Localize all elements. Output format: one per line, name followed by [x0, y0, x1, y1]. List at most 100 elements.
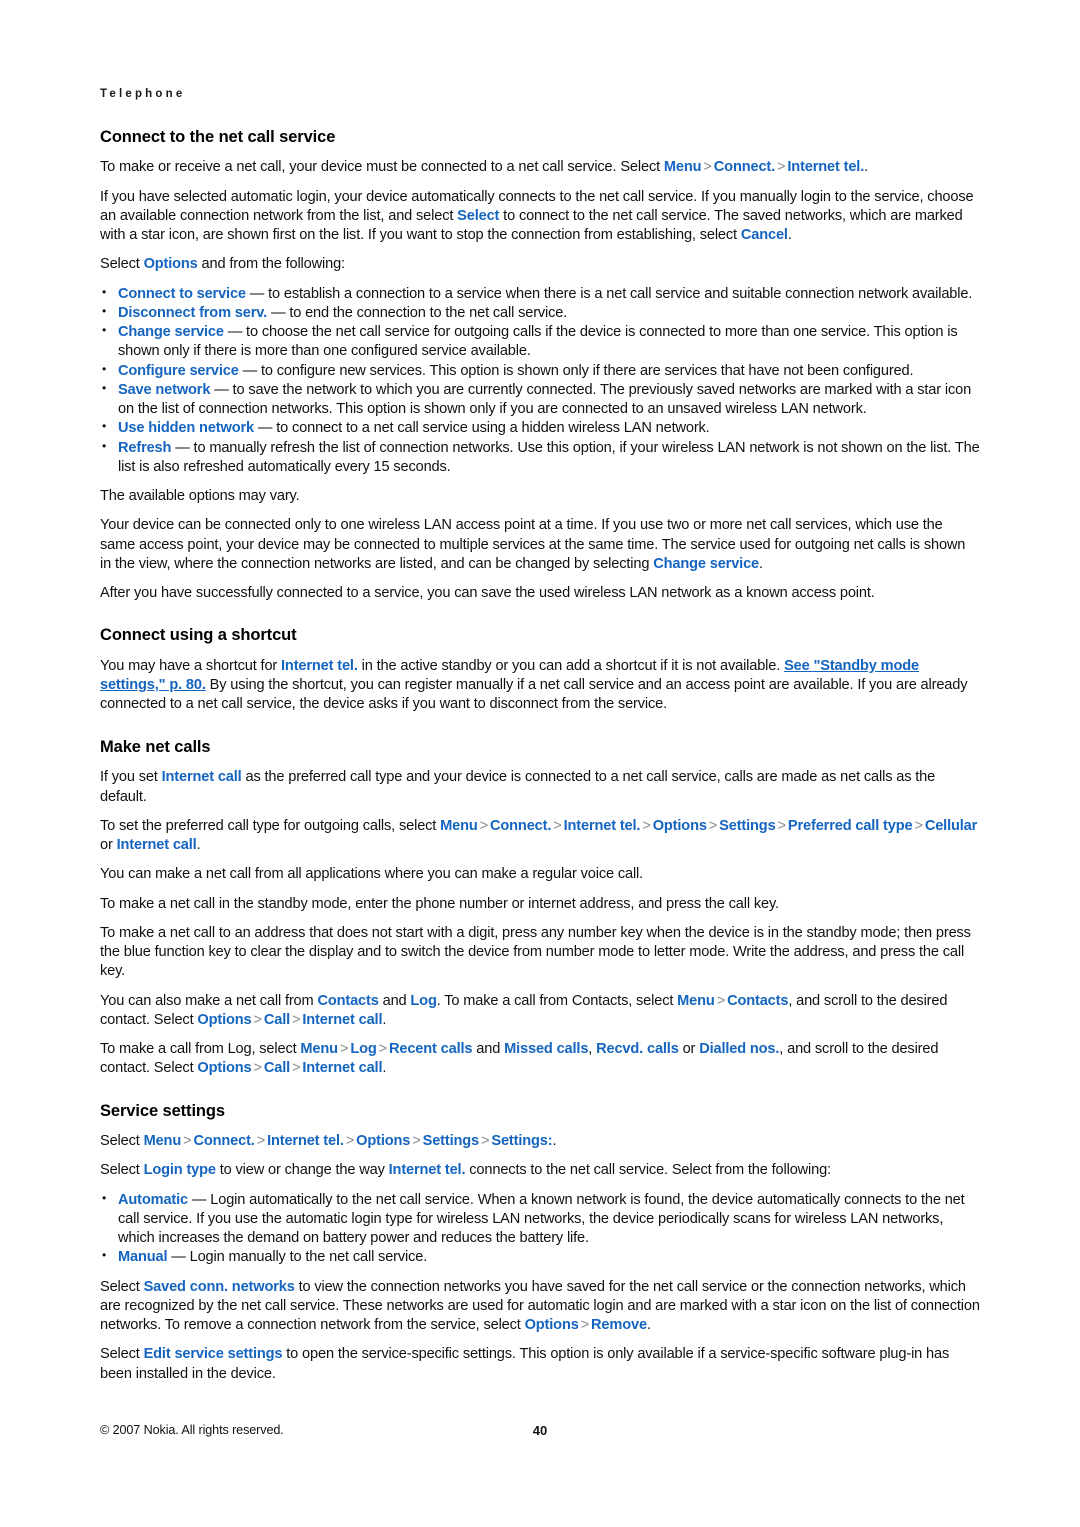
text-run: — to choose the net call service for out… — [118, 324, 958, 360]
text-run: and — [378, 992, 411, 1009]
ui-term-options: Options — [652, 817, 707, 834]
ui-term-use-hidden-network: Use hidden network — [118, 420, 254, 437]
paragraph-call-from-contacts: You can also make a net call from Contac… — [100, 992, 980, 1031]
ui-term-cancel: Cancel — [740, 227, 788, 244]
text-run: . — [382, 1011, 387, 1028]
ui-term-internet-call: Internet call — [116, 837, 197, 854]
ui-term-options: Options — [197, 1011, 252, 1028]
text-run: If you set — [100, 769, 162, 786]
ui-term-call: Call — [263, 1060, 291, 1077]
list-item: Use hidden network — to connect to a net… — [100, 419, 980, 438]
list-item: Disconnect from serv. — to end the conne… — [100, 304, 980, 323]
breadcrumb-separator-icon: > — [553, 817, 562, 834]
running-head: Telephone — [100, 88, 186, 100]
text-run: . — [552, 1133, 557, 1150]
ui-term-menu: Menu — [143, 1133, 182, 1150]
breadcrumb-separator-icon: > — [481, 1133, 490, 1150]
text-run: . — [646, 1317, 651, 1334]
paragraph-preferred-call-type-default: If you set Internet call as the preferre… — [100, 768, 980, 807]
text-run: to view or change the way — [215, 1162, 389, 1179]
text-run: — to establish a connection to a service… — [245, 285, 973, 302]
list-item: Change service — to choose the net call … — [100, 323, 980, 362]
text-run: , — [588, 1041, 597, 1058]
text-run: To set the preferred call type for outgo… — [100, 817, 441, 834]
ui-term-edit-service-settings: Edit service settings — [143, 1346, 283, 1363]
ui-term-login-type: Login type — [143, 1162, 216, 1179]
breadcrumb-separator-icon: > — [716, 992, 726, 1009]
text-run: — to manually refresh the list of connec… — [118, 439, 980, 475]
breadcrumb-separator-icon: > — [339, 1041, 349, 1058]
list-item: Automatic — Login automatically to the n… — [100, 1191, 980, 1249]
ui-term-saved-conn-networks: Saved conn. networks — [143, 1278, 295, 1295]
breadcrumb-separator-icon: > — [479, 817, 489, 834]
text-run: To make or receive a net call, your devi… — [100, 159, 664, 176]
breadcrumb-separator-icon: > — [580, 1317, 590, 1334]
ui-term-options: Options — [143, 256, 198, 273]
ui-term-automatic: Automatic — [118, 1191, 189, 1208]
ui-term-internet-tel: Internet tel. — [281, 657, 358, 674]
ui-term-connect-to-service: Connect to service — [118, 285, 246, 302]
ui-term-internet-call: Internet call — [302, 1011, 383, 1028]
list-item: Refresh — to manually refresh the list o… — [100, 439, 980, 478]
text-run: — Login automatically to the net call se… — [118, 1191, 965, 1247]
text-run: . — [864, 159, 869, 176]
paragraph-shortcut: You may have a shortcut for Internet tel… — [100, 657, 980, 715]
text-run: Your device can be connected only to one… — [100, 517, 966, 572]
ui-term-options: Options — [356, 1133, 411, 1150]
text-run: Select — [100, 256, 144, 273]
paragraph-login-type: Select Login type to view or change the … — [100, 1161, 980, 1180]
ui-term-options: Options — [197, 1060, 252, 1077]
text-run: . — [382, 1060, 387, 1077]
breadcrumb-separator-icon: > — [777, 159, 786, 176]
breadcrumb-separator-icon: > — [253, 1011, 262, 1028]
paragraph-automatic-login: If you have selected automatic login, yo… — [100, 188, 980, 246]
text-run: You may have a shortcut for — [100, 657, 282, 674]
paragraph-all-applications: You can make a net call from all applica… — [100, 866, 644, 883]
page-footer: © 2007 Nokia. All rights reserved. 40 — [100, 1423, 980, 1441]
heading-connect-using-a-shortcut: Connect using a shortcut — [100, 626, 297, 645]
text-run: — to connect to a net call service using… — [253, 420, 710, 437]
text-run: connects to the net call service. Select… — [465, 1162, 831, 1179]
paragraph-saved-conn-networks: Select Saved conn. networks to view the … — [100, 1278, 980, 1336]
paragraph-call-from-log: To make a call from Log, select Menu > Log… — [100, 1040, 980, 1079]
heading-make-net-calls: Make net calls — [100, 737, 211, 756]
text-run: — to end the connection to the net call … — [267, 304, 568, 321]
ui-term-log: Log — [350, 1041, 377, 1058]
text-run: Select — [100, 1162, 144, 1179]
ui-term-preferred-call-type: Preferred call type — [787, 817, 913, 834]
paragraph-standby-mode-call: To make a net call in the standby mode, … — [100, 895, 779, 912]
list-item: Manual — Login manually to the net call … — [100, 1248, 980, 1267]
ui-term-cellular: Cellular — [924, 817, 978, 834]
heading-connect-to-net-call-service: Connect to the net call service — [100, 127, 336, 146]
list-item: Save network — to save the network to wh… — [100, 381, 980, 420]
ui-term-call: Call — [263, 1011, 291, 1028]
paragraph-options-may-vary: The available options may vary. — [100, 488, 300, 505]
ui-term-save-network: Save network — [118, 381, 211, 398]
login-type-list: Automatic — Login automatically to the n… — [100, 1191, 980, 1268]
text-run: or — [100, 837, 117, 854]
ui-term-internet-tel: Internet tel. — [267, 1133, 344, 1150]
text-run: in the active standby or you can add a s… — [357, 657, 785, 674]
heading-service-settings: Service settings — [100, 1101, 225, 1120]
breadcrumb-separator-icon: > — [292, 1011, 301, 1028]
breadcrumb-separator-icon: > — [914, 817, 923, 834]
ui-term-dialled-nos: Dialled nos. — [699, 1041, 780, 1058]
ui-term-menu: Menu — [440, 817, 478, 834]
ui-term-menu: Menu — [677, 992, 715, 1009]
text-run: Select — [100, 1346, 144, 1363]
ui-term-internet-tel: Internet tel. — [787, 159, 865, 176]
paragraph-select-options: Select Options and from the following: — [100, 255, 980, 274]
ui-term-manual: Manual — [118, 1249, 168, 1266]
text-run: To make a call from Log, select — [100, 1041, 301, 1058]
ui-term-internet-call: Internet call — [302, 1060, 383, 1077]
ui-term-remove: Remove — [591, 1317, 647, 1334]
breadcrumb-separator-icon: > — [412, 1133, 421, 1150]
breadcrumb-separator-icon: > — [708, 817, 718, 834]
page-number: 40 — [532, 1423, 548, 1438]
breadcrumb-separator-icon: > — [642, 817, 651, 834]
text-run: . — [196, 837, 201, 854]
text-run: — to save the network to which you are c… — [118, 381, 972, 418]
ui-term-options: Options — [524, 1317, 579, 1334]
ui-term-menu: Menu — [300, 1041, 338, 1058]
ui-term-internet-call: Internet call — [161, 769, 242, 786]
